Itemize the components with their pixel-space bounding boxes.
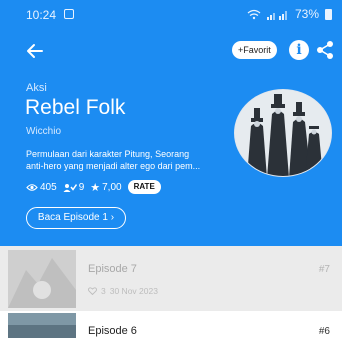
share-icon[interactable] xyxy=(315,40,335,60)
views-stat: 405 xyxy=(26,182,57,193)
episode-row[interactable]: Episode 6 #6 xyxy=(0,311,342,338)
rate-button[interactable]: RATE xyxy=(127,180,161,194)
series-cover-image xyxy=(234,89,332,177)
genre-label: Aksi xyxy=(26,82,47,94)
heart-icon xyxy=(88,287,97,295)
read-episode-1-button[interactable]: Baca Episode 1 › xyxy=(26,207,126,229)
star-icon: ★ xyxy=(90,181,101,194)
status-time: 10:24 xyxy=(26,8,57,22)
subscribers-icon xyxy=(63,183,77,192)
episode-thumbnail-art xyxy=(8,313,76,338)
episode-likes: 3 xyxy=(101,286,106,296)
cover-illustration xyxy=(235,90,331,176)
synopsis-line: anti-hero yang menjadi alter ego dari pe… xyxy=(26,161,201,171)
info-icon[interactable]: i xyxy=(289,40,309,60)
status-bar: 10:24 73% xyxy=(0,0,342,30)
wifi-icon xyxy=(247,9,261,19)
battery-icon xyxy=(325,8,332,20)
synopsis-line: Permulaan dari karakter Pitung, Seorang xyxy=(26,149,190,159)
series-header: 10:24 73% +Favorit i Aksi Rebel Folk Wic… xyxy=(0,0,342,246)
notification-icon xyxy=(64,9,74,19)
episode-title: Episode 7 xyxy=(88,263,137,275)
views-count: 405 xyxy=(40,181,57,193)
synopsis: Permulaan dari karakter Pitung, Seorang … xyxy=(26,148,226,172)
eye-icon xyxy=(26,183,38,191)
stats-row: 405 9 ★ 7,00 RATE xyxy=(26,180,161,194)
back-arrow-icon[interactable] xyxy=(24,40,46,62)
rating-stat: ★ 7,00 xyxy=(90,181,121,194)
episode-date: 30 Nov 2023 xyxy=(109,286,158,296)
episode-title: Episode 6 xyxy=(88,325,137,337)
episode-thumbnail xyxy=(8,313,76,338)
episode-meta: 3 30 Nov 2023 xyxy=(88,286,158,296)
favorite-button[interactable]: +Favorit xyxy=(232,41,277,59)
episode-thumbnail-art xyxy=(8,258,76,308)
episode-number: #7 xyxy=(318,264,330,275)
author-name[interactable]: Wicchio xyxy=(26,126,61,137)
signal-icon xyxy=(266,10,287,20)
subscribers-count: 9 xyxy=(78,181,85,193)
episode-row[interactable]: Episode 7 3 30 Nov 2023 #7 xyxy=(0,246,342,311)
episode-number: #6 xyxy=(318,326,330,337)
battery-percent: 73% xyxy=(294,7,319,21)
rating-value: 7,00 xyxy=(102,181,122,193)
subscribers-stat: 9 xyxy=(63,181,85,193)
episode-thumbnail xyxy=(8,250,76,308)
series-title: Rebel Folk xyxy=(25,96,126,119)
status-icons: 73% xyxy=(247,7,332,21)
